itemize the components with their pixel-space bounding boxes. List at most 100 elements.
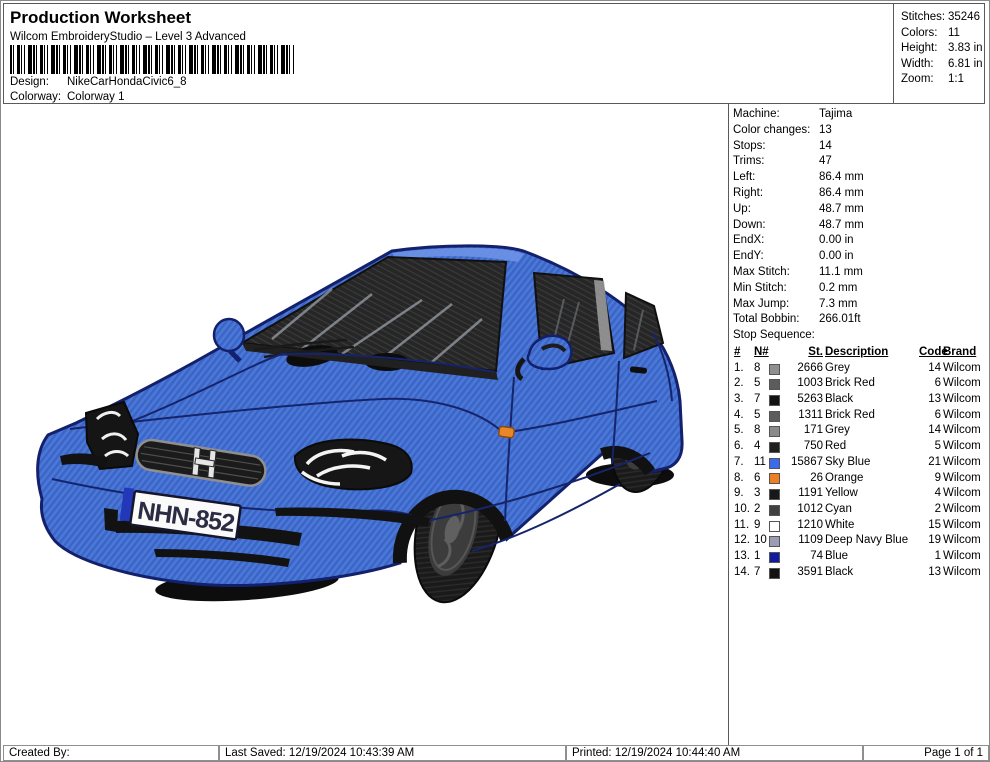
thread-color-swatch — [769, 472, 785, 485]
row-description: Blue — [825, 550, 849, 563]
production-worksheet-page: Production Worksheet Wilcom EmbroiderySt… — [0, 0, 990, 762]
row-num: 10. — [734, 502, 750, 515]
machine-info-value: 0.00 in — [819, 250, 854, 263]
row-description: Red — [825, 440, 847, 453]
table-row: 3. 7 5263 Black 13 Wilcom — [734, 392, 987, 408]
machine-info-row: Right: 86.4 mm — [729, 186, 987, 202]
stop-sequence-rows: 1. 8 2666 Grey 14 Wilcom 2. 5 1003 Brick… — [734, 361, 987, 581]
col-header-stitches: St. — [808, 345, 823, 358]
row-description: Brick Red — [825, 408, 875, 421]
row-needle: 4 — [754, 440, 761, 453]
row-stitches: 3591 — [797, 565, 823, 578]
col-header-brand: Brand — [943, 345, 977, 358]
table-row: 7. 11 15867 Sky Blue 21 Wilcom — [734, 455, 987, 471]
row-description: Black — [825, 565, 854, 578]
row-stitches: 5263 — [797, 393, 823, 406]
design-stats-box: Stitches: 35246 Colors: 11 Height: 3.83 in … — [893, 4, 986, 103]
row-needle: 3 — [754, 487, 761, 500]
machine-info-row: EndY: 0.00 in — [729, 249, 987, 265]
col-header-description: Description — [825, 345, 889, 358]
machine-info-label: Total Bobbin: — [733, 313, 800, 326]
machine-info-value: 266.01ft — [819, 313, 861, 326]
row-code: 6 — [934, 377, 941, 390]
row-num: 1. — [734, 361, 744, 374]
row-brand: Wilcom — [943, 455, 981, 468]
design-canvas: NHN-852 — [2, 104, 727, 745]
row-stitches: 1210 — [797, 518, 823, 531]
machine-info-label: Right: — [733, 186, 764, 199]
design-value: NikeCarHondaCivic6_8 — [67, 76, 187, 88]
col-header-code: Code — [919, 345, 948, 358]
stat-value: 3.83 in — [948, 42, 983, 55]
thread-color-swatch — [769, 363, 785, 375]
row-code: 19 — [928, 534, 941, 547]
row-needle: 7 — [754, 393, 761, 406]
table-row: 9. 3 1191 Yellow 4 Wilcom — [734, 486, 987, 502]
row-brand: Wilcom — [943, 471, 981, 484]
stop-sequence-title: Stop Sequence: — [733, 329, 815, 342]
machine-info-row: Up: 48.7 mm — [729, 202, 987, 218]
row-code: 13 — [928, 393, 941, 406]
row-needle: 7 — [754, 565, 761, 578]
table-row: 4. 5 1311 Brick Red 6 Wilcom — [734, 408, 987, 424]
side-marker-light — [498, 425, 515, 439]
row-stitches: 74 — [810, 550, 823, 563]
machine-info-value: 48.7 mm — [819, 218, 864, 231]
barcode-image — [10, 45, 294, 74]
col-header-needle: N# — [754, 345, 769, 358]
machine-info-value: 47 — [819, 155, 832, 168]
stat-label: Height: — [901, 42, 938, 55]
row-needle: 10 — [754, 534, 767, 547]
printed-cell: Printed: 12/19/2024 10:44:40 AM — [566, 745, 863, 761]
row-description: Black — [825, 393, 854, 406]
machine-info-value: 0.00 in — [819, 234, 854, 247]
stat-value: 1:1 — [948, 73, 964, 86]
row-description: White — [825, 518, 855, 531]
created-by-cell: Created By: — [3, 745, 219, 761]
machine-info-row: Down: 48.7 mm — [729, 218, 987, 234]
design-label: Design: — [10, 76, 49, 88]
row-code: 14 — [928, 424, 941, 437]
row-brand: Wilcom — [943, 361, 981, 374]
table-row: 11. 9 1210 White 15 Wilcom — [734, 518, 987, 534]
table-row: 2. 5 1003 Brick Red 6 Wilcom — [734, 376, 987, 392]
row-stitches: 15867 — [791, 455, 823, 468]
row-description: Yellow — [825, 487, 858, 500]
row-brand: Wilcom — [943, 502, 981, 515]
machine-info-value: 86.4 mm — [819, 186, 864, 199]
page-title: Production Worksheet — [10, 8, 192, 27]
row-num: 3. — [734, 393, 744, 406]
colorway-value: Colorway 1 — [67, 91, 125, 103]
row-description: Cyan — [825, 502, 852, 515]
design-row: Design: NikeCarHondaCivic6_8 — [10, 76, 187, 88]
row-brand: Wilcom — [943, 518, 981, 531]
machine-info-label: Max Stitch: — [733, 265, 790, 278]
row-description: Brick Red — [825, 377, 875, 390]
thread-color-swatch — [769, 457, 785, 469]
machine-info-label: EndY: — [733, 250, 764, 263]
machine-info-row: Stops: 14 — [729, 139, 987, 155]
row-brand: Wilcom — [943, 550, 981, 563]
row-stitches: 1311 — [798, 408, 823, 421]
stat-row: Stitches: 35246 — [901, 10, 986, 26]
stop-sequence-table: # N# St. Description Code Brand 1. 8 266… — [729, 345, 987, 581]
row-num: 5. — [734, 424, 744, 437]
row-stitches: 2666 — [797, 361, 823, 374]
stat-row: Zoom: 1:1 — [901, 72, 986, 88]
page-number-cell: Page 1 of 1 — [863, 745, 989, 761]
footer: Created By: Last Saved: 12/19/2024 10:43… — [1, 744, 989, 761]
machine-info-label: Min Stitch: — [733, 281, 787, 294]
row-needle: 11 — [754, 455, 766, 468]
machine-info-row: Machine: Tajima — [729, 107, 987, 123]
machine-info-label: Down: — [733, 218, 766, 231]
row-description: Grey — [825, 424, 850, 437]
machine-info-value: 48.7 mm — [819, 202, 864, 215]
row-stitches: 26 — [810, 471, 823, 484]
machine-info-value: 11.1 mm — [819, 265, 863, 278]
row-code: 4 — [934, 487, 941, 500]
row-brand: Wilcom — [943, 534, 981, 547]
row-code: 1 — [934, 550, 941, 563]
row-stitches: 1191 — [798, 487, 823, 500]
thread-color-swatch — [769, 488, 785, 501]
stat-value: 6.81 in — [948, 57, 983, 70]
